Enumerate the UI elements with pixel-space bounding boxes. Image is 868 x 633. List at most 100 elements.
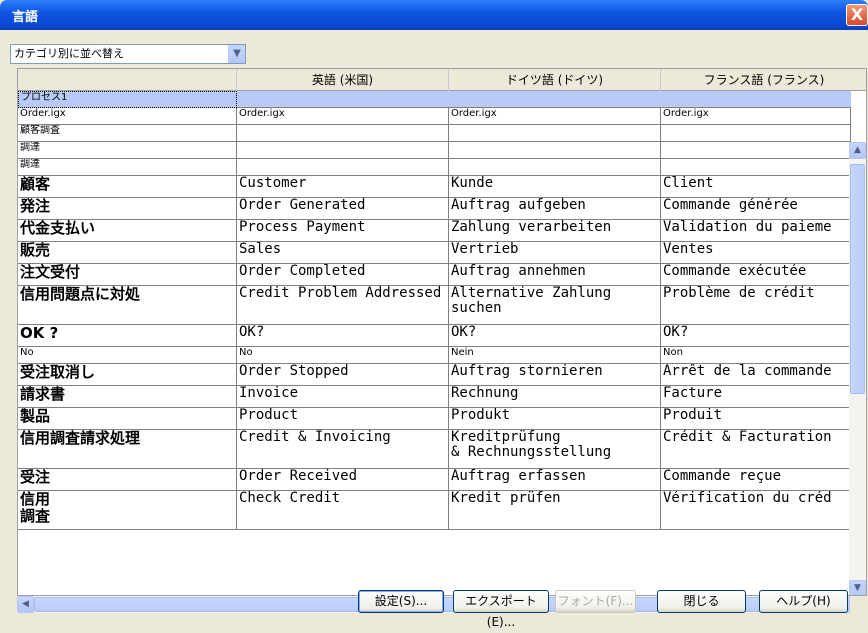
row-name-cell[interactable]: 販売 <box>18 242 237 264</box>
french-cell[interactable]: Non <box>661 347 851 364</box>
english-cell[interactable]: Check Credit <box>237 491 449 530</box>
french-cell[interactable]: Validation du paieme <box>661 220 851 242</box>
english-cell[interactable] <box>237 142 449 159</box>
german-cell[interactable] <box>449 159 661 176</box>
german-cell[interactable]: Produkt <box>449 408 661 430</box>
row-name-cell[interactable]: 請求書 <box>18 386 237 408</box>
german-cell[interactable]: Kunde <box>449 176 661 198</box>
scroll-up-icon[interactable]: ▲ <box>849 142 866 159</box>
french-cell[interactable]: Commande reçue <box>661 469 851 491</box>
table-row[interactable]: 請求書 Invoice Rechnung Facture <box>18 386 851 408</box>
english-cell[interactable]: Process Payment <box>237 220 449 242</box>
row-name-cell[interactable]: 受注 <box>18 469 237 491</box>
german-cell[interactable]: Rechnung <box>449 386 661 408</box>
chevron-down-icon[interactable]: ▼ <box>228 45 245 63</box>
english-cell[interactable]: Product <box>237 408 449 430</box>
export-button[interactable]: エクスポート(E)... <box>453 590 549 629</box>
english-cell[interactable]: Order Received <box>237 469 449 491</box>
help-button[interactable]: ヘルプ(H) <box>759 590 848 613</box>
table-row[interactable]: 発注 Order Generated Auftrag aufgeben Command… <box>18 198 851 220</box>
german-cell[interactable]: Auftrag aufgeben <box>449 198 661 220</box>
font-button[interactable]: フォント(F)... <box>555 590 636 613</box>
english-cell[interactable]: OK? <box>237 325 449 347</box>
german-cell[interactable]: Order.igx <box>449 108 661 125</box>
english-cell[interactable]: No <box>237 347 449 364</box>
table-row[interactable]: OK ? OK? OK? OK? <box>18 325 851 347</box>
french-cell[interactable]: Produit <box>661 408 851 430</box>
german-cell[interactable] <box>449 125 661 142</box>
sort-select[interactable]: カテゴリ別に並べ替え ▼ <box>10 44 246 64</box>
french-cell[interactable]: Problème de crédit <box>661 286 851 325</box>
french-cell[interactable]: Order.igx <box>661 108 851 125</box>
german-cell[interactable]: Kredit prüfen <box>449 491 661 530</box>
french-cell[interactable]: OK? <box>661 325 851 347</box>
english-cell[interactable] <box>237 159 449 176</box>
vertical-scroll-thumb[interactable] <box>850 164 865 394</box>
row-name-cell[interactable]: No <box>18 347 237 364</box>
german-cell[interactable]: Kreditprüfung & Rechnungsstellung <box>449 430 661 469</box>
table-row[interactable]: Order.igx Order.igx Order.igx Order.igx <box>18 108 851 125</box>
close-window-button[interactable]: X <box>846 4 868 26</box>
german-cell[interactable]: Vertrieb <box>449 242 661 264</box>
scroll-left-icon[interactable]: ◀ <box>17 596 34 613</box>
english-cell[interactable]: Credit & Invoicing <box>237 430 449 469</box>
row-name-cell[interactable]: 信用 調査 <box>18 491 237 530</box>
table-row[interactable]: 代金支払い Process Payment Zahlung verarbeiten V… <box>18 220 851 242</box>
table-row[interactable]: 顧客 Customer Kunde Client <box>18 176 851 198</box>
french-cell[interactable]: Commande exécutée <box>661 264 851 286</box>
column-header-english[interactable]: 英語 (米国) <box>237 69 449 91</box>
french-cell[interactable]: Vérification du créd <box>661 491 851 530</box>
table-row[interactable]: 調達 <box>18 159 851 176</box>
row-name-cell[interactable]: 注文受付 <box>18 264 237 286</box>
french-cell[interactable] <box>661 125 851 142</box>
german-cell[interactable]: Alternative Zahlung suchen <box>449 286 661 325</box>
german-cell[interactable]: Auftrag stornieren <box>449 364 661 386</box>
french-cell[interactable] <box>661 159 851 176</box>
french-cell[interactable] <box>661 142 851 159</box>
english-cell[interactable]: Customer <box>237 176 449 198</box>
row-name-cell[interactable]: 調達 <box>18 159 237 176</box>
row-name-cell[interactable]: 顧客調査 <box>18 125 237 142</box>
table-row[interactable]: 受注 Order Received Auftrag erfassen Commande… <box>18 469 851 491</box>
german-cell[interactable]: OK? <box>449 325 661 347</box>
close-button[interactable]: 閉じる <box>657 590 746 613</box>
row-name-cell[interactable]: 信用問題点に対処 <box>18 286 237 325</box>
row-name-cell[interactable]: 調達 <box>18 142 237 159</box>
column-header-french[interactable]: フランス語 (フランス) <box>661 69 866 91</box>
german-cell[interactable]: Zahlung verarbeiten <box>449 220 661 242</box>
scroll-down-icon[interactable]: ▼ <box>849 580 866 595</box>
english-cell[interactable] <box>237 125 449 142</box>
table-row[interactable]: 信用調査請求処理 Credit & Invoicing Kreditprüfung … <box>18 430 851 469</box>
english-cell[interactable]: Invoice <box>237 386 449 408</box>
row-name-cell[interactable]: OK ? <box>18 325 237 347</box>
column-header-german[interactable]: ドイツ語 (ドイツ) <box>449 69 661 91</box>
french-cell[interactable]: Client <box>661 176 851 198</box>
french-cell[interactable]: Facture <box>661 386 851 408</box>
english-cell[interactable]: Order Generated <box>237 198 449 220</box>
german-cell[interactable] <box>449 142 661 159</box>
row-name-cell[interactable]: 発注 <box>18 198 237 220</box>
french-cell[interactable]: Crédit & Facturation <box>661 430 851 469</box>
row-name-cell[interactable]: 顧客 <box>18 176 237 198</box>
table-row[interactable]: 信用問題点に対処 Credit Problem Addressed Alternat… <box>18 286 851 325</box>
table-row[interactable]: 受注取消し Order Stopped Auftrag stornieren Arrê… <box>18 364 851 386</box>
row-name-cell[interactable]: Order.igx <box>18 108 237 125</box>
table-row[interactable]: 販売 Sales Vertrieb Ventes <box>18 242 851 264</box>
row-name-cell[interactable]: 代金支払い <box>18 220 237 242</box>
settings-button[interactable]: 設定(S)... <box>358 590 444 613</box>
english-cell[interactable]: Credit Problem Addressed <box>237 286 449 325</box>
row-name-cell[interactable]: 製品 <box>18 408 237 430</box>
table-row[interactable]: 信用 調査 Check Credit Kredit prüfen Vérificati… <box>18 491 851 530</box>
table-row[interactable]: 顧客調査 <box>18 125 851 142</box>
french-cell[interactable]: Commande générée <box>661 198 851 220</box>
german-cell[interactable]: Nein <box>449 347 661 364</box>
table-row[interactable]: 調達 <box>18 142 851 159</box>
row-name-cell[interactable]: 受注取消し <box>18 364 237 386</box>
english-cell[interactable]: Order.igx <box>237 108 449 125</box>
english-cell[interactable]: Order Stopped <box>237 364 449 386</box>
row-name-cell[interactable]: プロセス1 <box>18 91 237 108</box>
row-name-cell[interactable]: 信用調査請求処理 <box>18 430 237 469</box>
french-cell[interactable]: Arrêt de la commande <box>661 364 851 386</box>
vertical-scrollbar[interactable]: ▲ ▼ <box>849 142 866 595</box>
table-row[interactable]: No No Nein Non <box>18 347 851 364</box>
